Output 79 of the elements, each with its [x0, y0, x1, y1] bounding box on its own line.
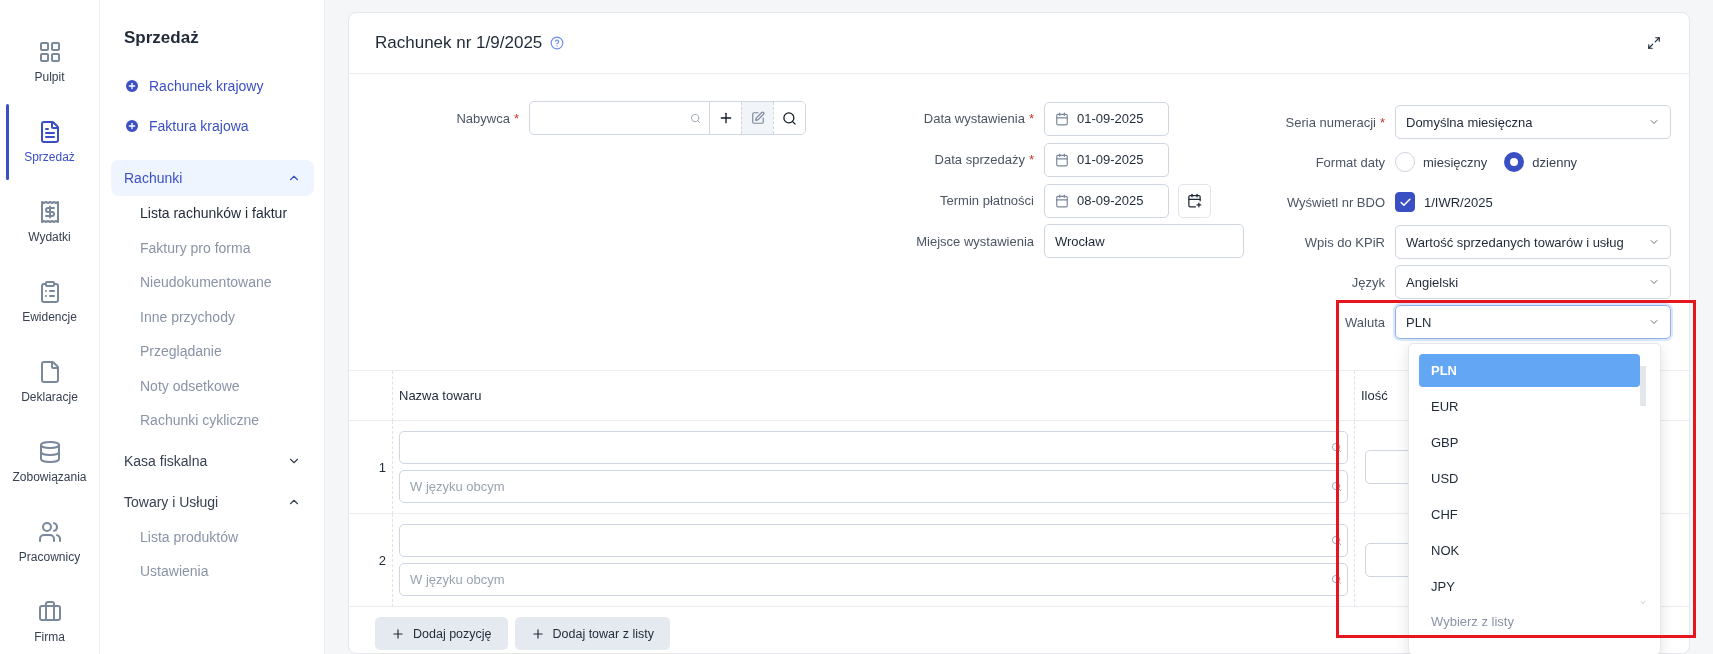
column-header: Nazwa towaru [392, 371, 1354, 421]
search-icon [1331, 442, 1342, 453]
quick-action-link[interactable]: Rachunek krajowy [111, 66, 314, 106]
field-label: Nabywca * [456, 111, 519, 126]
field-label: Format daty [1315, 154, 1385, 170]
nav-icon [37, 520, 62, 544]
search-icon [1331, 574, 1342, 585]
calendar-plus-icon [1187, 193, 1202, 208]
row-number: 1 [349, 421, 392, 514]
date-field[interactable]: 01-09-2025 [1044, 101, 1169, 136]
menu-group[interactable]: Kasa fiskalna [111, 442, 314, 479]
checkbox-label: 1/IWR/2025 [1424, 194, 1493, 210]
field-label: Data wystawienia * [923, 111, 1034, 126]
nav-item[interactable]: Pracownicy [0, 502, 99, 582]
search-icon [1331, 535, 1342, 546]
plus-icon [530, 626, 545, 641]
plus-icon [391, 626, 405, 641]
add-button[interactable]: Dodaj towar z listy [514, 617, 670, 650]
select-field[interactable]: Domyślna miesięczna [1395, 105, 1671, 139]
radio-option[interactable]: dzienny [1504, 152, 1578, 172]
nav-icon [37, 600, 62, 624]
document-title: Rachunek nr 1/9/2025 [375, 33, 543, 53]
field-label: Miejsce wystawienia [916, 234, 1034, 249]
row-number: 2 [349, 514, 392, 607]
edit-icon [750, 111, 765, 125]
date-field[interactable]: 01-09-2025 [1044, 142, 1169, 177]
radio-option[interactable]: miesięczny [1395, 152, 1488, 172]
calendar-icon [1055, 193, 1069, 208]
dropdown-option[interactable]: JPY [1419, 570, 1640, 603]
field-label: Termin płatności [940, 193, 1034, 208]
plus-circle-icon [124, 78, 140, 94]
search-icon [690, 112, 701, 124]
expand-icon [1647, 36, 1661, 50]
field-label: Waluta [1345, 314, 1385, 330]
search-icon [782, 110, 797, 126]
search-icon [1331, 481, 1342, 492]
quick-action-link[interactable]: Faktura krajowa [111, 106, 314, 146]
field-label: Seria numeracji * [1285, 114, 1385, 130]
product-name-field[interactable] [399, 524, 1348, 557]
dropdown-option[interactable]: NOK [1419, 534, 1640, 567]
nav-item[interactable]: Pulpit [0, 22, 99, 102]
field-label: Wyświetl nr BDO [1286, 194, 1385, 210]
dropdown-footer: Wybierz z listy [1419, 606, 1660, 636]
nav-icon [37, 40, 62, 64]
date-field[interactable]: 08-09-2025 [1044, 183, 1169, 218]
field-label: Język [1351, 274, 1385, 290]
calendar-button[interactable] [1178, 183, 1211, 218]
select-field[interactable]: Wartość sprzedanych towarów i usług [1395, 225, 1671, 259]
add-button[interactable]: Dodaj pozycję [375, 617, 508, 650]
calendar-icon [1055, 111, 1069, 126]
section-title: Sprzedaż [123, 28, 200, 48]
nav-item[interactable]: Zobowiązania [0, 422, 99, 502]
text-field[interactable]: Wrocław [1044, 224, 1244, 258]
dropdown-option[interactable]: GBP [1419, 426, 1640, 459]
radio-button[interactable] [1504, 152, 1525, 172]
dropdown-option[interactable]: CHF [1419, 498, 1640, 531]
nav-item[interactable]: Ewidencje [0, 262, 99, 342]
menu-group[interactable]: Rachunki [111, 160, 314, 196]
dropdown-option[interactable]: USD [1419, 462, 1640, 495]
search-button[interactable] [773, 102, 805, 134]
field-label: Data sprzedaży * [934, 152, 1034, 167]
dropdown-option[interactable]: EUR [1419, 390, 1640, 423]
nav-item[interactable]: Sprzedaż [0, 102, 99, 182]
menu-group[interactable]: Towary i Usługi [111, 483, 314, 520]
plus-circle-icon [124, 118, 140, 134]
nav-item[interactable]: Wydatki [0, 182, 99, 262]
check-icon [1398, 195, 1412, 209]
field-label: Wpis do KPiR [1304, 234, 1385, 250]
select-field[interactable]: Angielski [1395, 265, 1671, 299]
buyer-field[interactable] [529, 101, 806, 135]
nav-icon [37, 440, 62, 464]
nav-item[interactable]: Firma [0, 582, 99, 654]
help-icon [550, 36, 565, 50]
calendar-icon [1055, 152, 1069, 167]
checkbox[interactable] [1395, 192, 1415, 212]
menu-item[interactable]: Lista rachunków i faktur [111, 196, 314, 231]
product-name-field[interactable] [399, 431, 1348, 464]
select-field[interactable]: PLN [1395, 305, 1671, 339]
nav-item[interactable]: Deklaracje [0, 342, 99, 422]
